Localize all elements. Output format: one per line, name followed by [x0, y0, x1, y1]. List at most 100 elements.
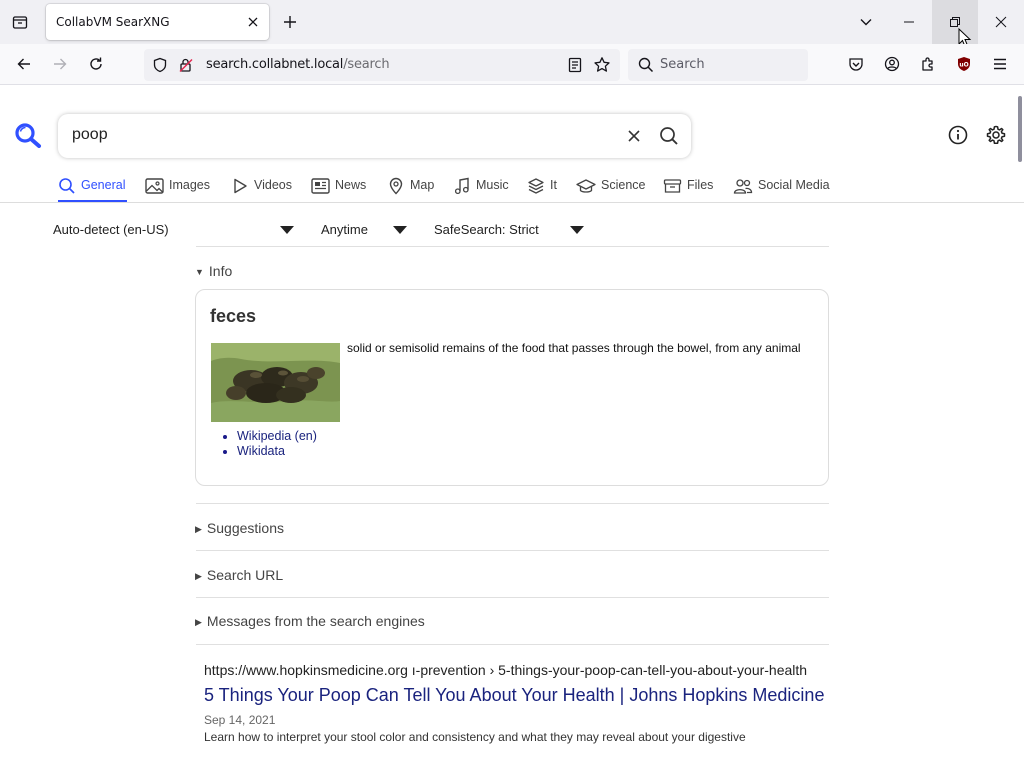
language-dropdown-arrow-icon[interactable]	[280, 226, 294, 234]
navigation-toolbar: search.collabnet.local/search Search uO	[0, 44, 1024, 85]
wikipedia-link[interactable]: Wikipedia (en)	[237, 429, 317, 443]
extensions-icon[interactable]	[916, 52, 940, 76]
forward-icon[interactable]	[48, 52, 72, 76]
collapsed-triangle-icon: ▶	[195, 571, 202, 581]
image-icon	[145, 178, 164, 194]
language-select[interactable]: Auto-detect (en-US)	[53, 222, 169, 237]
school-icon	[576, 179, 596, 193]
people-icon	[733, 179, 753, 194]
tab-map[interactable]: Map	[387, 174, 434, 202]
tab-general[interactable]: General	[58, 174, 127, 202]
collapsed-triangle-icon: ▶	[195, 524, 202, 534]
divider	[196, 246, 829, 247]
url-bar[interactable]: search.collabnet.local/search	[144, 49, 620, 81]
search-icon	[638, 57, 654, 73]
tab-general-label: General	[81, 178, 126, 192]
close-tab-icon[interactable]	[245, 14, 261, 30]
search-submit-icon[interactable]	[658, 125, 680, 147]
result-url[interactable]: https://www.hopkinsmedicine.org ı-preven…	[204, 662, 829, 678]
reload-icon[interactable]	[84, 52, 108, 76]
tab-it[interactable]: It	[527, 174, 557, 202]
bookmark-star-icon[interactable]	[593, 56, 611, 74]
info-label: Info	[208, 263, 233, 279]
reader-view-icon[interactable]	[566, 56, 584, 74]
map-pin-icon	[389, 177, 403, 195]
safesearch-dropdown-arrow-icon[interactable]	[570, 226, 584, 234]
music-icon	[454, 177, 469, 195]
result-title-link[interactable]: 5 Things Your Poop Can Tell You About Yo…	[204, 684, 829, 706]
category-tabs: General Images Videos News Map Music It	[0, 174, 1024, 203]
pocket-icon[interactable]	[844, 52, 868, 76]
divider	[196, 503, 829, 504]
wikidata-link[interactable]: Wikidata	[237, 444, 285, 458]
searxng-logo-icon[interactable]	[14, 122, 42, 148]
list-item: Wikipedia (en)	[237, 429, 317, 444]
divider	[196, 644, 829, 645]
page-content: poop General Images Videos News Map Musi…	[0, 86, 1024, 768]
insecure-lock-icon[interactable]	[178, 57, 194, 73]
engine-messages-label: Messages from the search engines	[206, 613, 425, 629]
back-icon[interactable]	[12, 52, 36, 76]
app-menu-icon[interactable]	[988, 52, 1012, 76]
tab-videos[interactable]: Videos	[231, 174, 292, 202]
infobox-description: solid or semisolid remains of the food t…	[347, 341, 801, 355]
divider	[196, 550, 829, 551]
search-url-label: Search URL	[206, 567, 284, 583]
account-icon[interactable]	[880, 52, 904, 76]
tab-social-media-label: Social Media	[758, 178, 830, 192]
suggestions-toggle[interactable]: ▶ Suggestions	[195, 520, 284, 536]
tab-images[interactable]: Images	[145, 174, 210, 202]
search-url-toggle[interactable]: ▶ Search URL	[195, 567, 283, 583]
tab-strip: CollabVM SearXNG	[0, 0, 1024, 48]
tab-files-label: Files	[687, 178, 714, 192]
infobox: feces solid or semisolid remains of the …	[195, 289, 829, 486]
tab-map-label: Map	[410, 178, 435, 192]
time-range-dropdown-arrow-icon[interactable]	[393, 226, 407, 234]
tab-files[interactable]: Files	[663, 174, 713, 202]
tab-news[interactable]: News	[311, 174, 366, 202]
play-icon	[234, 178, 247, 194]
tab-social-media[interactable]: Social Media	[733, 174, 830, 202]
list-all-tabs-icon[interactable]	[856, 12, 876, 32]
clear-search-icon[interactable]	[624, 126, 644, 146]
tab-news-label: News	[335, 178, 367, 192]
info-toggle[interactable]: ▼ Info	[195, 263, 232, 279]
tab-it-label: It	[550, 178, 557, 192]
firefox-view-icon[interactable]	[8, 10, 32, 34]
search-input[interactable]: poop	[72, 126, 108, 144]
safesearch-select[interactable]: SafeSearch: Strict	[434, 222, 539, 237]
search-filters: Auto-detect (en-US) Anytime SafeSearch: …	[0, 216, 1024, 246]
page-scrollbar[interactable]	[1018, 96, 1022, 162]
url-text[interactable]: search.collabnet.local/search	[206, 57, 390, 72]
svg-text:uO: uO	[959, 62, 968, 69]
preferences-gear-icon[interactable]	[985, 124, 1007, 146]
search-result: https://www.hopkinsmedicine.org ı-preven…	[204, 662, 829, 744]
ublock-origin-icon[interactable]: uO	[952, 52, 976, 76]
archive-icon	[663, 179, 682, 193]
active-tab[interactable]: CollabVM SearXNG	[46, 4, 269, 40]
search-bar-placeholder: Search	[660, 57, 705, 72]
tab-images-label: Images	[169, 178, 210, 192]
list-item: Wikidata	[237, 444, 317, 459]
collapsed-triangle-icon: ▶	[195, 617, 202, 627]
divider	[196, 597, 829, 598]
minimize-icon[interactable]	[886, 0, 932, 44]
tab-science-label: Science	[601, 178, 646, 192]
tracking-protection-shield-icon[interactable]	[152, 57, 168, 73]
search-box: poop	[58, 114, 691, 158]
new-tab-icon[interactable]	[280, 12, 300, 32]
search-icon	[59, 178, 75, 194]
time-range-select[interactable]: Anytime	[321, 222, 368, 237]
browser-search-bar[interactable]: Search	[628, 49, 808, 81]
suggestions-label: Suggestions	[206, 520, 284, 536]
window-close-icon[interactable]	[978, 0, 1024, 44]
about-info-icon[interactable]	[947, 124, 969, 146]
layers-icon	[528, 178, 544, 194]
result-date: Sep 14, 2021	[204, 713, 276, 727]
url-path: /search	[343, 57, 390, 72]
engine-messages-toggle[interactable]: ▶ Messages from the search engines	[195, 613, 425, 629]
tab-music[interactable]: Music	[453, 174, 509, 202]
tab-videos-label: Videos	[254, 178, 292, 192]
url-host: search.collabnet.local	[206, 57, 344, 72]
tab-science[interactable]: Science	[576, 174, 645, 202]
